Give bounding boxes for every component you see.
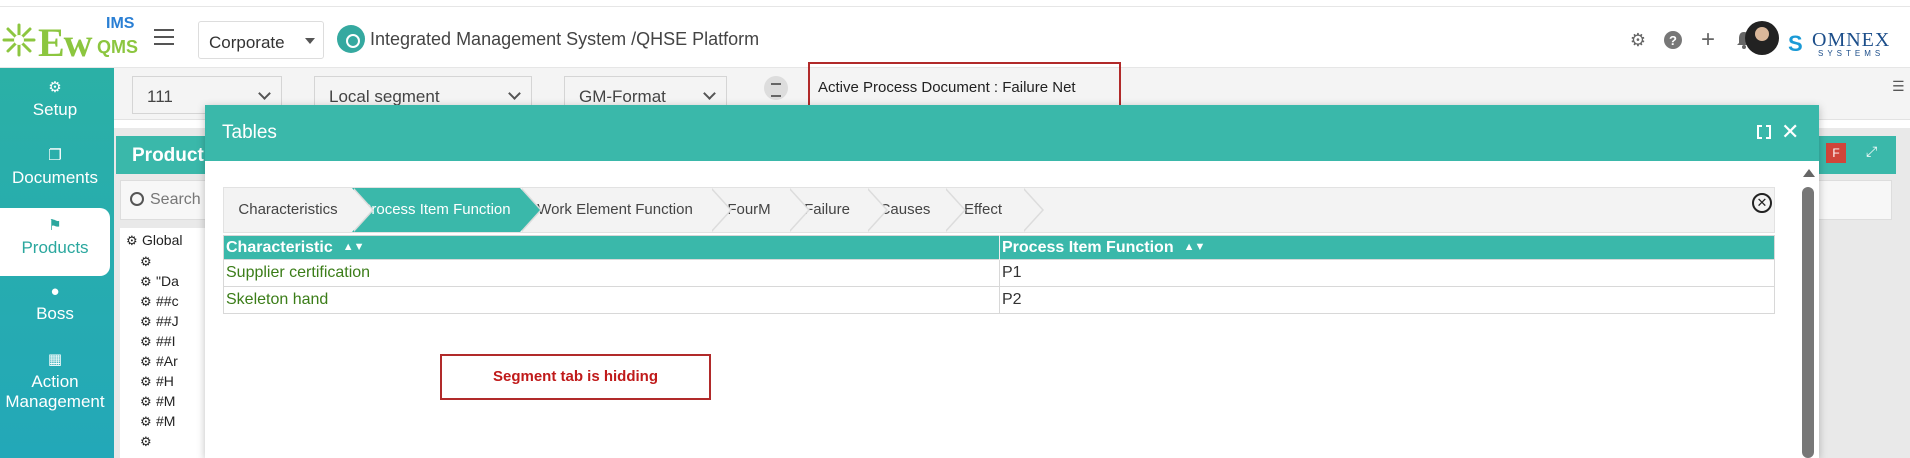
gear-icon[interactable]: ⚙ bbox=[1628, 30, 1648, 50]
tab-characteristics[interactable]: Characteristics bbox=[224, 188, 374, 232]
tree-root[interactable]: ⚙ Global bbox=[126, 232, 182, 249]
sidebar-item-setup[interactable]: ⚙ Setup bbox=[0, 78, 110, 138]
modal-header: Tables ✕ bbox=[205, 105, 1819, 161]
tree-node[interactable]: ⚙ bbox=[140, 433, 156, 450]
cogs-icon: ⚙ bbox=[140, 274, 152, 289]
column-header-characteristic[interactable]: Characteristic ▲▼ bbox=[223, 235, 1000, 260]
annotation-note: Segment tab is hidding bbox=[440, 354, 711, 400]
modal-title: Tables bbox=[222, 122, 277, 143]
tree-node[interactable]: ⚙ "Da bbox=[140, 273, 179, 290]
f-badge[interactable]: F bbox=[1826, 143, 1846, 163]
cell-process-item-function[interactable]: P2 bbox=[999, 286, 1775, 314]
tree-node[interactable]: ⚙ ##J bbox=[140, 313, 179, 330]
cogs-icon: ⚙ bbox=[140, 434, 152, 449]
sidebar-item-products[interactable]: ⚑ Products bbox=[0, 208, 110, 276]
top-header: Ew IMS QMS Corporate Integrated Manageme… bbox=[0, 6, 1910, 68]
sidebar-item-label: Products bbox=[21, 238, 89, 257]
tabs-close-icon[interactable]: ✕ bbox=[1752, 193, 1772, 213]
data-table: Characteristic ▲▼ Process Item Function ▲▼… bbox=[223, 235, 1775, 314]
cogs-icon: ⚙ bbox=[140, 254, 152, 269]
tables-modal: Tables ✕ Characteristics Process Item Fu… bbox=[205, 105, 1819, 458]
filter-select-2-value: Local segment bbox=[329, 87, 440, 106]
layers-icon[interactable] bbox=[764, 76, 788, 100]
tree-node[interactable]: ⚙ #Ar bbox=[140, 353, 178, 370]
sort-icon[interactable]: ▲▼ bbox=[1184, 241, 1206, 253]
sidebar-item-action-management[interactable]: ▦ Action Management bbox=[0, 352, 110, 432]
tree-node[interactable]: ⚙ #M bbox=[140, 413, 175, 430]
tab-strip: Characteristics Process Item Function Wo… bbox=[223, 187, 1775, 233]
sidebar-item-label: Setup bbox=[32, 100, 78, 119]
cogs-icon: ⚙ bbox=[140, 394, 152, 409]
maximize-icon[interactable] bbox=[1757, 125, 1771, 139]
platform-icon[interactable] bbox=[337, 25, 365, 53]
cell-characteristic[interactable]: Supplier certification bbox=[223, 259, 1000, 287]
chevron-down-icon bbox=[258, 87, 271, 100]
help-icon[interactable]: ? bbox=[1664, 31, 1682, 49]
expand-icon[interactable]: ⤢ bbox=[1866, 143, 1882, 159]
copy-icon: ❐ bbox=[48, 147, 62, 164]
table-row[interactable]: Supplier certification P1 bbox=[223, 259, 1775, 287]
filter-select-1-value: 111 bbox=[147, 87, 173, 106]
user-icon: ● bbox=[50, 283, 60, 300]
cogs-icon: ⚙ bbox=[48, 79, 62, 96]
cogs-icon: ⚙ bbox=[126, 233, 138, 248]
chevron-down-icon bbox=[703, 87, 716, 100]
tree-node[interactable]: ⚙ #H bbox=[140, 373, 174, 390]
cogs-icon: ⚙ bbox=[140, 414, 152, 429]
tree-node[interactable]: ⚙ ##c bbox=[140, 293, 179, 310]
tree-node[interactable]: ⚙ ##I bbox=[140, 333, 175, 350]
tree-root-label: Global bbox=[142, 232, 183, 248]
sidebar-item-documents[interactable]: ❐ Documents bbox=[0, 146, 110, 206]
ewqms-logo[interactable]: Ew IMS QMS bbox=[2, 13, 139, 65]
cogs-icon: ⚙ bbox=[140, 334, 152, 349]
omnex-logo: S OMNEX SYSTEMS bbox=[1788, 27, 1903, 58]
logo-ew: Ew bbox=[38, 20, 93, 65]
chevron-down-icon bbox=[508, 87, 521, 100]
user-avatar[interactable] bbox=[1745, 21, 1779, 55]
flag-icon: ⚑ bbox=[48, 217, 62, 234]
omnex-mark-icon: S bbox=[1788, 31, 1803, 56]
tab-process-item-function[interactable]: Process Item Function bbox=[352, 188, 542, 232]
cogs-icon: ⚙ bbox=[140, 294, 152, 309]
org-select[interactable]: Corporate bbox=[198, 21, 324, 59]
close-icon[interactable]: ✕ bbox=[1781, 119, 1799, 145]
sunburst-icon bbox=[2, 23, 36, 57]
sliders-icon[interactable]: ☰ bbox=[1892, 78, 1908, 94]
header-actions: ⚙ ? + bbox=[1628, 26, 1754, 53]
sidebar-item-boss[interactable]: ● Boss bbox=[0, 284, 110, 344]
scroll-up-icon[interactable] bbox=[1803, 169, 1815, 177]
cogs-icon: ⚙ bbox=[140, 314, 152, 329]
plus-icon[interactable]: + bbox=[1698, 26, 1718, 53]
cell-characteristic[interactable]: Skeleton hand bbox=[223, 286, 1000, 314]
cell-process-item-function[interactable]: P1 bbox=[999, 259, 1775, 287]
search-icon bbox=[130, 192, 144, 206]
building-icon: ▦ bbox=[47, 351, 63, 368]
cogs-icon: ⚙ bbox=[140, 374, 152, 389]
org-select-value: Corporate bbox=[209, 33, 285, 52]
column-header-process-item-function[interactable]: Process Item Function ▲▼ bbox=[999, 235, 1775, 260]
product-panel-title: Product bbox=[132, 145, 204, 166]
logo-qms: QMS bbox=[97, 37, 139, 57]
sidebar-item-label: Action Management bbox=[5, 372, 105, 411]
sidebar-item-label: Documents bbox=[12, 168, 98, 187]
filter-select-3-value: GM-Format bbox=[579, 87, 666, 106]
hamburger-menu-icon[interactable] bbox=[154, 29, 174, 45]
tab-work-element-function[interactable]: Work Element Function bbox=[520, 188, 732, 232]
cogs-icon: ⚙ bbox=[140, 354, 152, 369]
tree-node[interactable]: ⚙ #M bbox=[140, 393, 175, 410]
omnex-sub: SYSTEMS bbox=[1818, 49, 1885, 58]
scrollbar-thumb[interactable] bbox=[1802, 187, 1814, 458]
search-placeholder: Search bbox=[150, 191, 201, 208]
table-row[interactable]: Skeleton hand P2 bbox=[223, 286, 1775, 314]
tree-node[interactable]: ⚙ bbox=[140, 253, 156, 270]
logo-ims: IMS bbox=[106, 15, 135, 32]
sidebar-item-label: Boss bbox=[36, 304, 74, 323]
caret-down-icon bbox=[305, 38, 315, 44]
sidebar: ⚙ Setup ❐ Documents ⚑ Products ● Boss ▦ … bbox=[0, 68, 114, 458]
sort-icon[interactable]: ▲▼ bbox=[343, 241, 365, 253]
table-header-row: Characteristic ▲▼ Process Item Function ▲▼ bbox=[223, 235, 1775, 260]
platform-title: Integrated Management System /QHSE Platf… bbox=[370, 29, 760, 49]
